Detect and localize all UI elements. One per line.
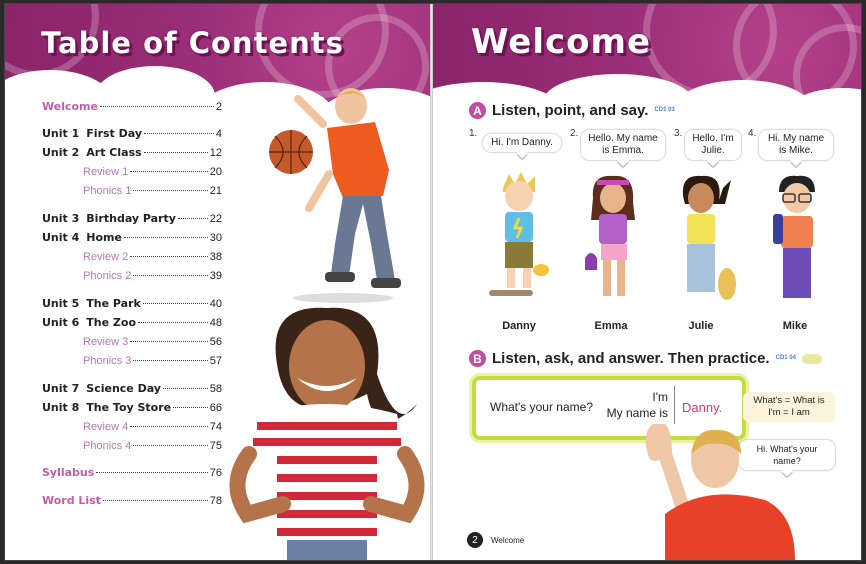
toc-entry-phonics-2[interactable]: Phonics 2 39 xyxy=(83,270,222,282)
waving-boy-photo xyxy=(645,424,795,560)
tip-line: I'm = I am xyxy=(768,407,810,418)
toc-entry-unit-6[interactable]: Unit 6 The Zoo 48 xyxy=(42,316,222,329)
item-number: 1. xyxy=(469,128,478,139)
page-footer: 2 Welcome xyxy=(467,532,524,548)
toc-entry-word-list[interactable]: Word List 78 xyxy=(42,494,222,507)
practice-question: What's your name? xyxy=(490,400,594,414)
speech-bubble-mike: Hi. My name is Mike. xyxy=(759,130,833,160)
page-number: 2 xyxy=(467,532,483,548)
kid-name-emma: Emma xyxy=(594,320,628,332)
toc-entry-review-2[interactable]: Review 2 38 xyxy=(83,251,222,263)
section-a-heading: A Listen, point, and say. CD1 03 xyxy=(469,102,675,119)
kid-name-julie: Julie xyxy=(688,320,714,332)
speech-bubble-emma: Hello. My name is Emma. xyxy=(581,130,665,160)
section-letter: A xyxy=(469,102,486,119)
item-number: 2. xyxy=(570,128,579,139)
toc-entry-unit-5[interactable]: Unit 5 The Park 40 xyxy=(42,297,222,310)
toc-entry-unit-8[interactable]: Unit 8 The Toy Store 66 xyxy=(42,401,222,414)
welcome-page: Welcome A Listen, point, and say. CD1 03… xyxy=(433,4,861,560)
book-spread: Table of Contents Welcome 2 Unit 1 First D… xyxy=(4,3,862,561)
contraction-tip: What's = What is I'm = I am xyxy=(743,392,835,422)
julie-illustration xyxy=(682,175,736,300)
divider xyxy=(674,386,675,424)
toc-entry-unit-3[interactable]: Unit 3 Birthday Party 22 xyxy=(42,212,222,225)
danny-illustration xyxy=(489,172,549,296)
practice-name: Danny. xyxy=(682,400,723,415)
toc-entry-syllabus[interactable]: Syllabus 76 xyxy=(42,466,222,479)
toc-entry-phonics-1[interactable]: Phonics 1 21 xyxy=(83,185,222,197)
practice-answer-1: I'm xyxy=(652,390,668,404)
pair-work-icon xyxy=(801,353,822,364)
toc-entry-unit-1[interactable]: Unit 1 First Day 4 xyxy=(42,127,222,140)
toc-entry-review-1[interactable]: Review 1 20 xyxy=(83,166,222,178)
toc-entry-phonics-3[interactable]: Phonics 3 57 xyxy=(83,355,222,367)
kid-name-danny: Danny xyxy=(502,320,536,332)
audio-icon[interactable]: CD1 04 xyxy=(776,355,796,362)
emma-illustration xyxy=(585,175,635,296)
footer-label: Welcome xyxy=(491,535,525,545)
mike-illustration xyxy=(773,175,815,298)
toc-entry-phonics-4[interactable]: Phonics 4 75 xyxy=(83,440,222,452)
section-b-text: Listen, ask, and answer. Then practice. xyxy=(492,350,770,367)
section-b-heading: B Listen, ask, and answer. Then practice… xyxy=(469,350,822,367)
speech-bubble-danny: Hi. I'm Danny. xyxy=(483,134,561,152)
page-title: Table of Contents xyxy=(41,26,344,60)
item-number: 4. xyxy=(748,128,757,139)
toc-entry-unit-4[interactable]: Unit 4 Home 30 xyxy=(42,231,222,244)
toc-entry-unit-7[interactable]: Unit 7 Science Day 58 xyxy=(42,382,222,395)
item-number: 3. xyxy=(674,128,683,139)
toc-entry-review-4[interactable]: Review 4 74 xyxy=(83,421,222,433)
toc-entry-review-3[interactable]: Review 3 56 xyxy=(83,336,222,348)
section-letter: B xyxy=(469,350,486,367)
section-a-text: Listen, point, and say. xyxy=(492,102,649,119)
page-title: Welcome xyxy=(471,22,652,62)
audio-icon[interactable]: CD1 03 xyxy=(654,107,674,114)
toc-entry-unit-2[interactable]: Unit 2 Art Class 12 xyxy=(42,146,222,159)
toc-entry-welcome[interactable]: Welcome 2 xyxy=(42,100,222,113)
girl-photo xyxy=(229,307,425,560)
practice-answer-2: My name is xyxy=(606,406,668,420)
boy-basketball-photo xyxy=(269,88,401,303)
tip-line: What's = What is xyxy=(753,395,825,406)
kid-name-mike: Mike xyxy=(782,320,808,332)
speech-bubble-julie: Hello. I'm Julie. xyxy=(685,130,741,160)
table-of-contents-page: Table of Contents Welcome 2 Unit 1 First D… xyxy=(5,4,430,560)
